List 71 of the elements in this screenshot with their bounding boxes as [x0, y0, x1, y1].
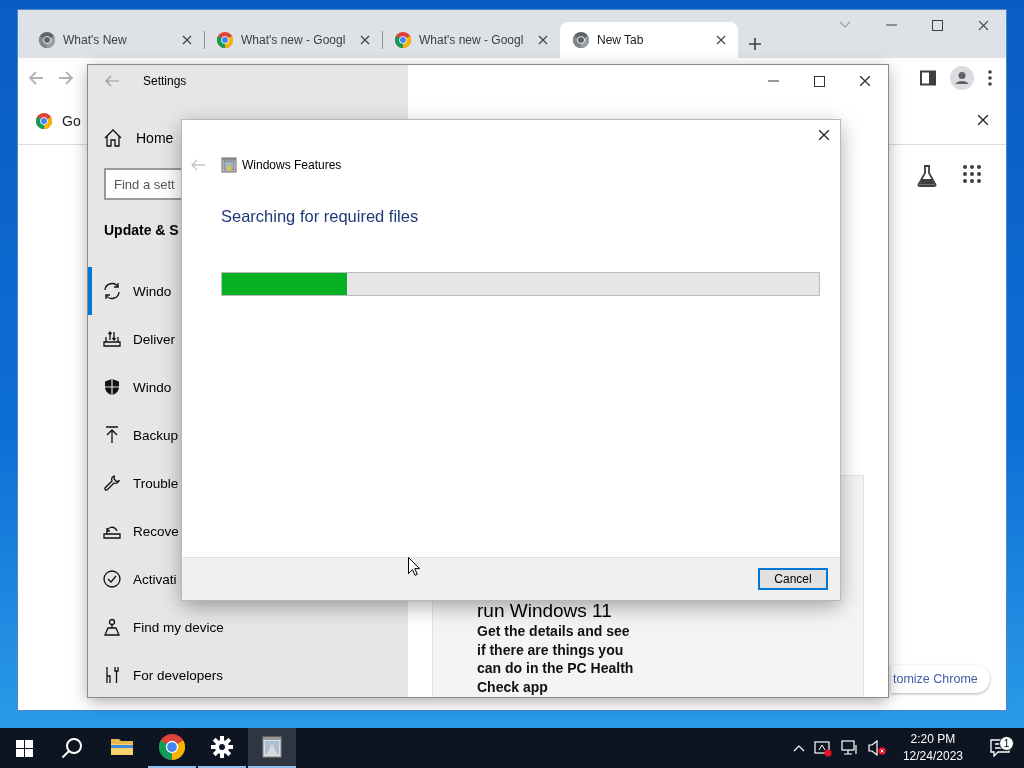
minimize-icon[interactable] — [767, 80, 779, 82]
customize-chrome-button[interactable]: tomize Chrome — [891, 665, 990, 693]
section-heading: Update & S — [104, 222, 180, 240]
nav-item[interactable]: For developers — [88, 651, 224, 697]
card-text: Get the details and see if there are things you can do in the PC Health Check app — [477, 622, 635, 696]
close-icon[interactable] — [716, 35, 726, 45]
person-pin-icon — [103, 618, 121, 636]
network-warning-icon[interactable] — [813, 739, 832, 757]
wrench-icon — [103, 474, 121, 492]
infobar-text: Go — [62, 113, 81, 129]
close-icon[interactable] — [818, 129, 830, 141]
features-window-icon — [261, 735, 283, 759]
cancel-button[interactable]: Cancel — [758, 568, 828, 590]
cursor-icon — [408, 557, 420, 576]
flask-icon[interactable] — [917, 165, 937, 187]
profile-icon[interactable] — [950, 66, 974, 90]
nav-item[interactable]: Backup — [88, 411, 179, 459]
card-heading: run Windows 11 — [477, 600, 613, 622]
shield-icon — [104, 378, 120, 396]
refresh-icon — [103, 282, 121, 300]
features-window-icon — [221, 157, 237, 173]
folder-icon — [110, 737, 134, 757]
chevron-up-icon[interactable] — [792, 744, 805, 752]
chrome-icon — [36, 113, 52, 129]
chrome-icon — [217, 32, 233, 48]
nav-item[interactable]: Windo — [88, 363, 172, 411]
check-circle-icon — [103, 570, 121, 588]
search-icon — [61, 737, 83, 759]
message-icon — [990, 739, 1010, 757]
tools-icon — [104, 666, 120, 684]
count-badge: 1 — [999, 736, 1014, 751]
monitor-icon[interactable] — [840, 740, 859, 756]
home-nav-item[interactable]: Home — [88, 114, 180, 162]
close-icon[interactable] — [538, 35, 548, 45]
house-icon — [104, 129, 122, 147]
chrome-icon — [159, 734, 185, 760]
speaker-muted-icon[interactable] — [867, 740, 886, 756]
close-icon[interactable] — [977, 114, 989, 126]
nav-item[interactable]: Find my device — [88, 603, 224, 651]
clock-time[interactable]: 2:20 PM — [910, 731, 956, 748]
gear-icon — [211, 736, 233, 758]
nav-item[interactable]: Recove — [88, 507, 179, 555]
clock-date[interactable]: 12/24/2023 — [902, 748, 963, 765]
windows-logo-icon — [15, 739, 33, 757]
taskbar-app[interactable] — [248, 728, 296, 768]
apps-grid-icon[interactable] — [963, 165, 981, 183]
maximize-icon[interactable] — [813, 75, 825, 87]
browser-tab[interactable]: What's new - Googl — [382, 22, 560, 58]
browser-tab[interactable]: What's New — [26, 22, 204, 58]
tray-upload-icon — [103, 330, 121, 348]
search-field[interactable]: Find a sett — [104, 168, 181, 200]
nav-item[interactable]: Activati — [88, 555, 177, 603]
nav-item[interactable]: Deliver — [88, 315, 175, 363]
upload-arrow-icon — [104, 426, 120, 444]
nav-item[interactable]: Trouble — [88, 459, 179, 507]
status-heading: Searching for required files — [221, 206, 420, 227]
chrome-icon — [395, 32, 411, 48]
close-icon[interactable] — [360, 35, 370, 45]
side-panel-icon[interactable] — [920, 70, 936, 86]
new-tab-icon[interactable] — [748, 37, 762, 51]
browser-tab[interactable]: New Tab — [560, 22, 738, 58]
close-icon[interactable] — [859, 75, 871, 87]
menu-icon[interactable] — [988, 70, 992, 86]
maximize-icon[interactable] — [931, 19, 943, 31]
notifications-button[interactable]: 1 — [980, 739, 1020, 757]
window-title: Settings — [143, 74, 187, 88]
close-icon[interactable] — [977, 19, 989, 31]
close-icon[interactable] — [182, 35, 192, 45]
window-title: Windows Features — [242, 158, 342, 172]
browser-tab[interactable]: What's new - Googl — [204, 22, 382, 58]
nav-item[interactable]: Windo — [88, 267, 172, 315]
